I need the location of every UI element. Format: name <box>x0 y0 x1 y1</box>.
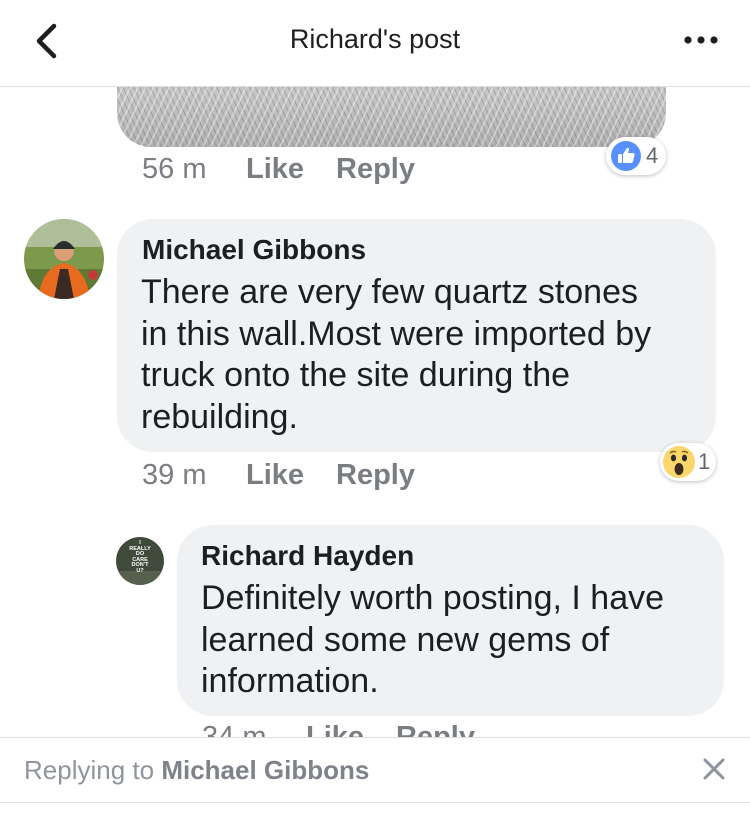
comment-author[interactable]: Michael Gibbons <box>142 234 366 266</box>
comment-time: 34 m <box>202 721 267 737</box>
reaction-summary[interactable]: 1 <box>660 443 717 481</box>
comment-text: Definitely worth posting, I have learned… <box>201 579 665 700</box>
avatar[interactable] <box>24 219 104 299</box>
like-button[interactable]: Like <box>246 459 304 492</box>
avatar-shirt-text: I REALLY DO CARE DON'T U? <box>129 540 151 574</box>
avatar-photo <box>24 219 104 299</box>
more-horizontal-icon <box>684 36 718 44</box>
comment-bubble[interactable]: Richard Hayden Definitely worth posting,… <box>177 525 724 716</box>
comment-author[interactable]: Richard Hayden <box>201 540 414 572</box>
more-options-button[interactable] <box>682 30 722 50</box>
reply-button[interactable]: Reply <box>336 459 415 492</box>
replying-to-name: Michael Gibbons <box>161 755 370 785</box>
cancel-reply-button[interactable] <box>700 755 728 783</box>
like-button[interactable]: Like <box>306 721 364 737</box>
comment-photo[interactable] <box>117 87 666 147</box>
replying-to-label: Replying to Michael Gibbons <box>24 755 369 786</box>
comment-text: There are very few quartz stones in this… <box>141 273 652 436</box>
top-bar: Richard's post <box>0 0 750 87</box>
like-button[interactable]: Like <box>246 153 304 186</box>
wow-face-icon <box>663 446 695 478</box>
close-icon <box>703 758 725 780</box>
reply-button[interactable]: Reply <box>396 721 475 737</box>
reaction-count: 4 <box>646 143 659 168</box>
comment-time: 39 m <box>142 459 207 491</box>
comment-time: 56 m <box>142 153 207 185</box>
reaction-summary[interactable]: 4 <box>606 137 667 175</box>
comments-list[interactable]: 56 m Like Reply 4 Michael Gibbons There … <box>0 87 750 737</box>
avatar[interactable]: I REALLY DO CARE DON'T U? <box>116 537 164 585</box>
thumbs-up-icon <box>611 141 641 171</box>
replying-to-prefix: Replying to <box>24 755 155 785</box>
comment-bubble[interactable]: Michael Gibbons There are very few quart… <box>117 219 716 452</box>
page-title: Richard's post <box>289 24 461 54</box>
reply-button[interactable]: Reply <box>336 153 415 186</box>
replying-to-bar: Replying to Michael Gibbons <box>0 737 750 803</box>
reaction-count: 1 <box>698 449 711 474</box>
